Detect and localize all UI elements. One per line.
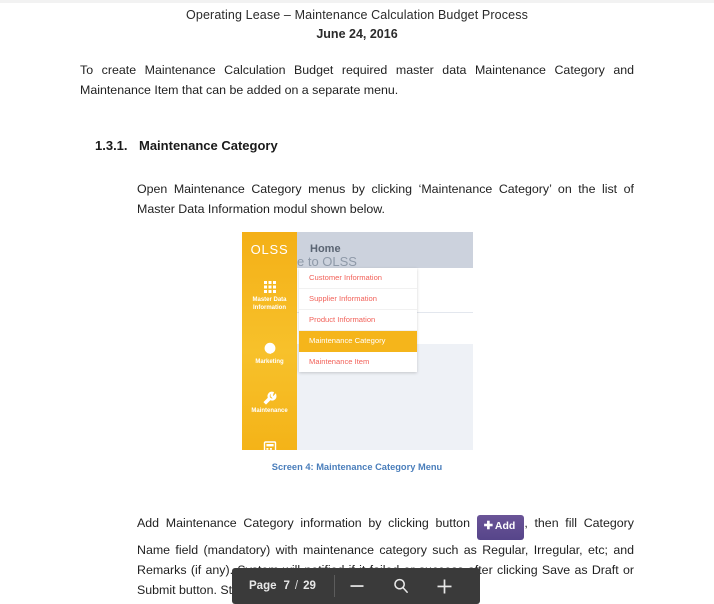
page-label: Page [249,580,277,592]
document-date: June 24, 2016 [316,27,398,41]
pdf-page-canvas: Operating Lease – Maintenance Calculatio… [0,0,714,604]
grid-icon [263,280,277,294]
sidebar-item-label: Master Data Information [252,297,287,311]
sidebar-item-marketing[interactable]: Marketing [242,336,297,367]
document-title: Operating Lease – Maintenance Calculatio… [186,8,528,22]
pdf-viewer-toolbar: Page 7 / 29 [232,568,480,604]
zoom-in-button[interactable] [423,568,467,604]
sidebar-item-maintenance[interactable]: Maintenance [242,385,297,416]
menu-item-maintenance-category[interactable]: Maintenance Category [299,331,417,352]
app-sidebar: OLSS Master Data Information Marketing M… [242,232,297,450]
total-pages-value: 29 [303,580,316,592]
figure-caption: Screen 4: Maintenance Category Menu [271,462,443,472]
megaphone-icon [263,342,277,356]
plus-icon: ✚ [483,520,493,532]
current-page-value[interactable]: 7 [284,580,290,592]
app-welcome-text: e to OLSS [297,254,357,269]
sidebar-item-master-data-information[interactable]: Master Data Information [242,274,297,312]
calculator-icon [263,440,277,450]
section-heading: 1.3.1. Maintenance Category [95,138,635,153]
figure-screenshot: Home e to OLSS s build to suppo se quota… [242,232,473,450]
menu-item-product-information[interactable]: Product Information [299,310,417,331]
zoom-reset-button[interactable] [379,568,423,604]
sidebar-item-label: Maintenance [251,408,288,414]
sidebar-item-label: Marketing [255,359,284,365]
plus-icon [436,578,453,595]
magnifier-icon [392,577,410,595]
section-paragraph: Open Maintenance Category menus by click… [137,182,634,217]
closing-text-before-button: Add Maintenance Category information by … [137,516,470,530]
zoom-out-button[interactable] [335,568,379,604]
wrench-icon [262,391,277,405]
add-button[interactable]: ✚ Add [476,515,525,540]
master-data-dropdown-menu: Customer Information Supplier Informatio… [299,268,417,372]
viewer-top-band [0,0,714,3]
section-number: 1.3.1. [95,138,128,153]
app-brand-logo: OLSS [250,242,289,257]
menu-item-maintenance-item[interactable]: Maintenance Item [299,352,417,372]
section-title: Maintenance Category [139,138,278,153]
page-separator: / [294,580,299,592]
menu-item-customer-information[interactable]: Customer Information [299,268,417,289]
intro-paragraph: To create Maintenance Calculation Budget… [80,63,634,98]
add-button-label: Add [494,520,516,532]
page-indicator: Page 7 / 29 [232,580,316,592]
menu-item-supplier-information[interactable]: Supplier Information [299,289,417,310]
sidebar-item-calculation[interactable] [242,434,297,450]
minus-icon [349,578,365,594]
